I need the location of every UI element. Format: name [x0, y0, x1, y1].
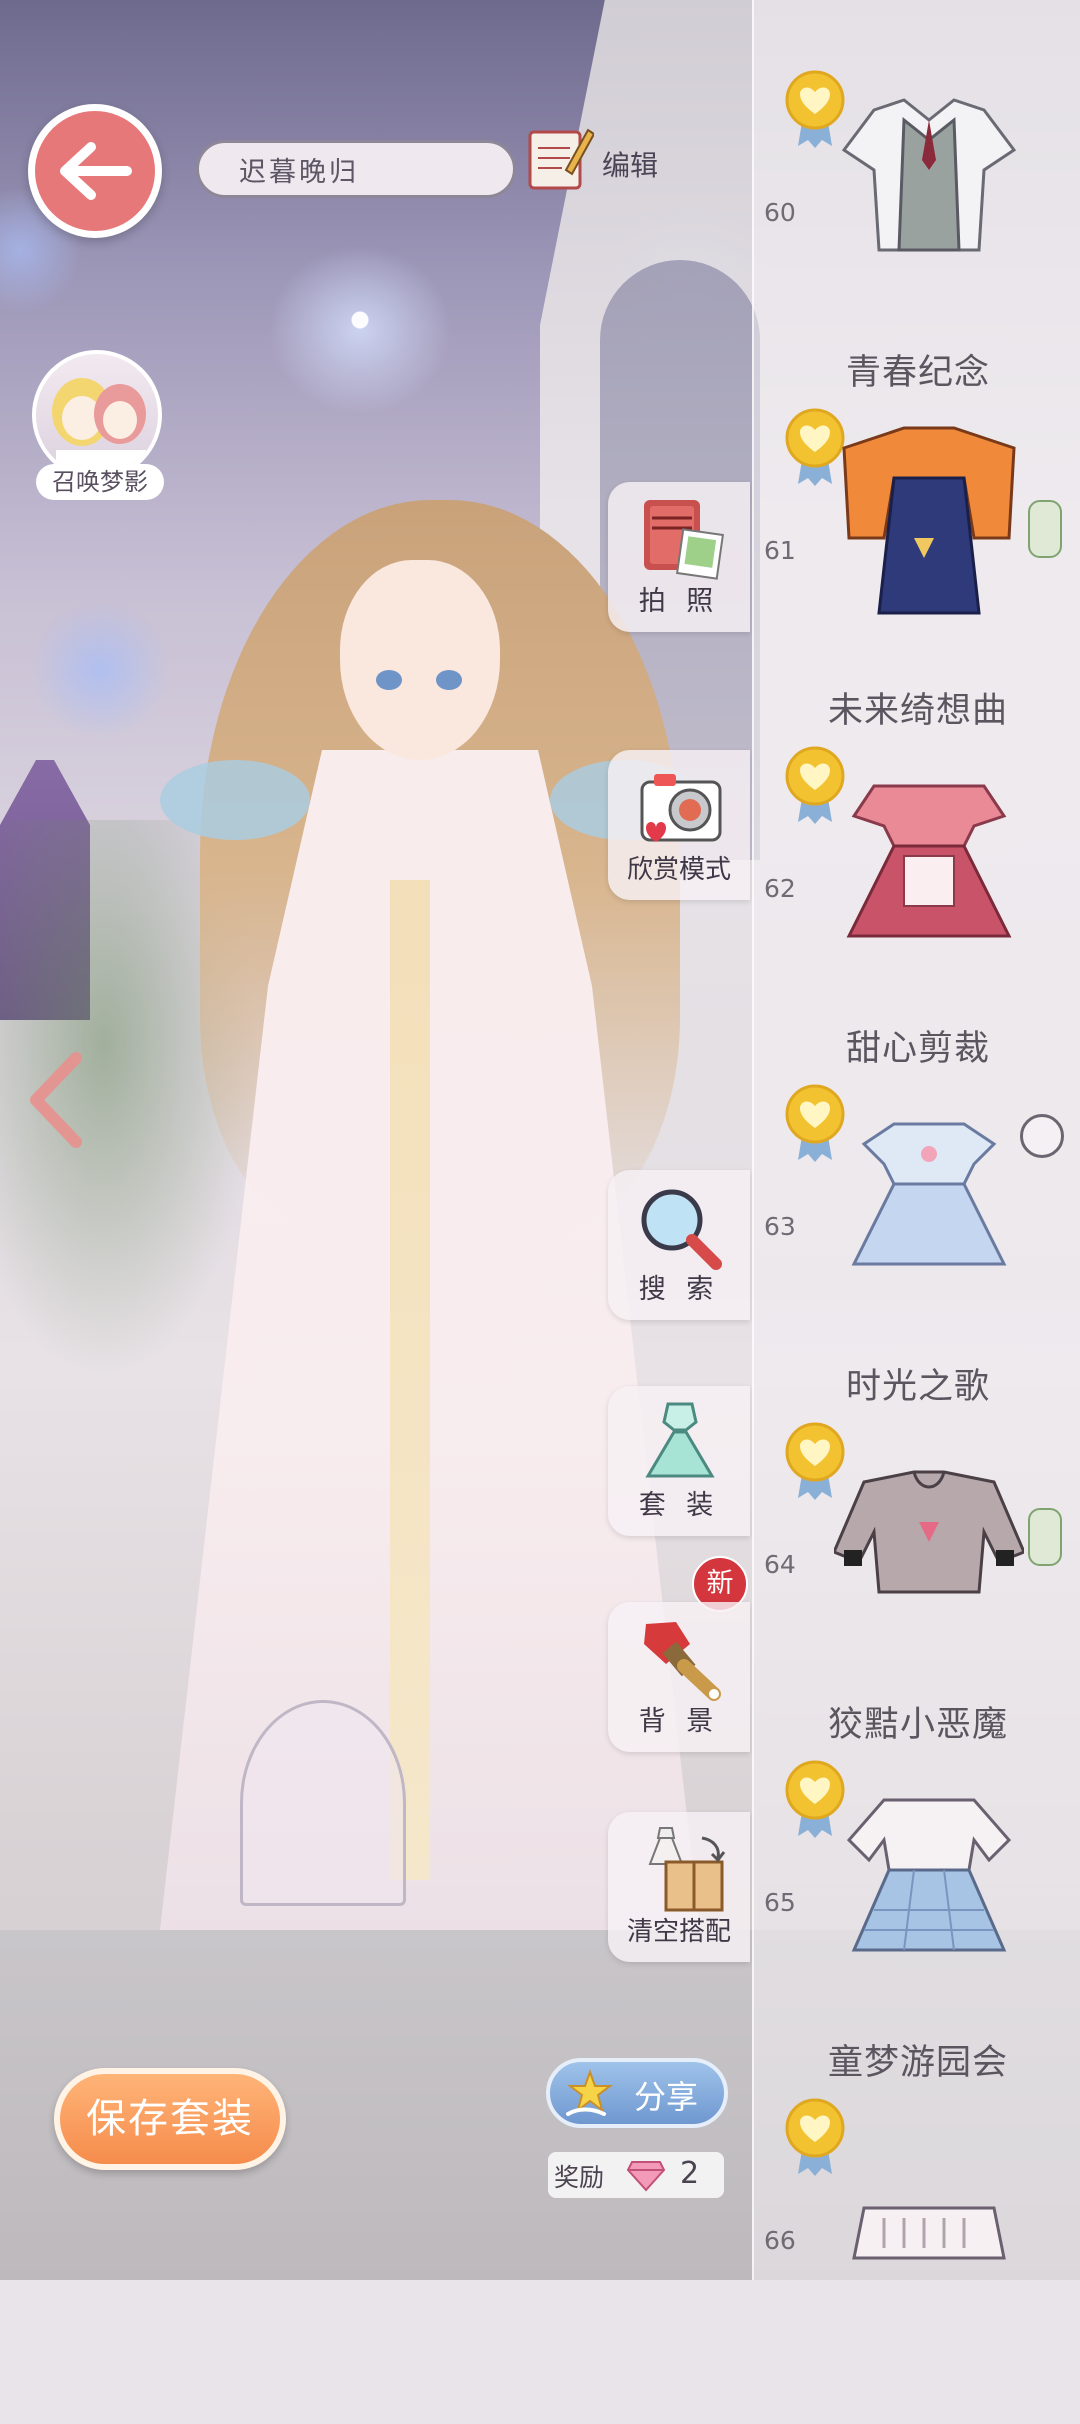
list-item[interactable]: 66	[754, 2086, 1080, 2424]
suit-label: 套 装	[638, 1490, 720, 1521]
star-hand-icon	[566, 2069, 613, 2116]
background-button[interactable]: 背 景	[608, 1602, 750, 1752]
item-name: 狡黠小恶魔	[827, 1705, 1008, 1745]
item-name: 未来绮想曲	[827, 691, 1008, 731]
search-label: 搜 索	[638, 1274, 720, 1305]
avatar-portrait-icon	[52, 378, 146, 476]
reward-count: 2	[680, 2156, 700, 2191]
list-item[interactable]: 64 狡黠小恶魔	[754, 1410, 1080, 1748]
hakama-icon	[842, 426, 1016, 615]
list-item[interactable]: 61 未来绮想曲	[754, 396, 1080, 734]
bottle-badge-icon	[1028, 500, 1062, 558]
magnifier-icon	[641, 1189, 722, 1270]
box-dress-icon	[648, 1827, 726, 1912]
sweater-icon	[834, 1470, 1024, 1594]
sweet-dress-icon	[846, 784, 1012, 938]
list-item[interactable]: 65 童梦游园会	[754, 1748, 1080, 2086]
reward-info: 奖励 2	[548, 2152, 724, 2198]
feather-shawl-left	[160, 760, 310, 840]
appreciate-mode-button[interactable]: 欣赏模式	[608, 750, 750, 900]
avatar	[32, 350, 162, 480]
reward-label: 奖励	[554, 2163, 605, 2192]
left-chevron-icon[interactable]	[24, 1050, 94, 1150]
list-item[interactable]: 62 甜心剪裁	[754, 734, 1080, 1072]
summon-label: 召唤梦影	[36, 464, 164, 500]
gem-icon	[626, 2161, 666, 2192]
clear-outfit-button[interactable]: 清空搭配	[608, 1812, 750, 1962]
list-item[interactable]: 60 青春纪念	[754, 58, 1080, 396]
lolita-dress-icon	[851, 1122, 1007, 1266]
search-button[interactable]: 搜 索	[608, 1170, 750, 1320]
appreciate-mode-label: 欣赏模式	[626, 855, 731, 885]
dress-icon	[645, 1402, 715, 1478]
character-eye	[436, 670, 462, 690]
photo-button[interactable]: 拍 照	[608, 482, 750, 632]
plaid-dress-icon	[846, 1798, 1012, 1952]
edit-button[interactable]: 编辑	[526, 112, 696, 202]
outfit-name-field[interactable]: 迟暮晚归	[196, 140, 516, 198]
bottle-badge-icon	[1028, 1508, 1062, 1566]
save-outfit-button[interactable]: 保存套装	[54, 2068, 286, 2170]
photo-album-icon	[644, 500, 724, 580]
background-label: 背 景	[638, 1706, 720, 1737]
paint-brush-icon	[644, 1622, 721, 1701]
back-button[interactable]	[28, 104, 162, 238]
birdcage-accessory	[240, 1700, 406, 1906]
item-number: 65	[764, 1888, 796, 1917]
summon-button[interactable]: 召唤梦影	[26, 350, 174, 500]
character-face	[340, 560, 500, 760]
item-name: 青春纪念	[845, 353, 990, 393]
item-number: 64	[764, 1550, 796, 1579]
crop-top-icon	[852, 2206, 1006, 2260]
notepad-pencil-icon	[528, 128, 594, 190]
photo-label: 拍 照	[638, 586, 720, 617]
item-number: 63	[764, 1212, 796, 1241]
item-number: 60	[764, 198, 796, 227]
item-number: 61	[764, 536, 796, 565]
suit-button[interactable]: 套 装	[608, 1386, 750, 1536]
outfit-name-text: 迟暮晚归	[239, 156, 359, 188]
edit-label: 编辑	[602, 149, 659, 182]
camera-icon	[640, 774, 722, 842]
item-number: 66	[764, 2226, 796, 2255]
character-eye	[376, 670, 402, 690]
item-number: 62	[764, 874, 796, 903]
clear-outfit-label: 清空搭配	[626, 1917, 731, 1947]
item-name: 甜心剪裁	[845, 1029, 990, 1069]
share-button[interactable]: 分享	[546, 2058, 728, 2128]
item-name: 时光之歌	[845, 1367, 990, 1407]
dress-ribbon	[390, 880, 430, 1880]
shirt-vest-icon	[841, 98, 1017, 252]
back-arrow-icon	[60, 142, 132, 200]
share-label: 分享	[634, 2078, 699, 2116]
item-name: 童梦游园会	[827, 2043, 1008, 2083]
person-badge-icon	[1020, 1114, 1064, 1158]
